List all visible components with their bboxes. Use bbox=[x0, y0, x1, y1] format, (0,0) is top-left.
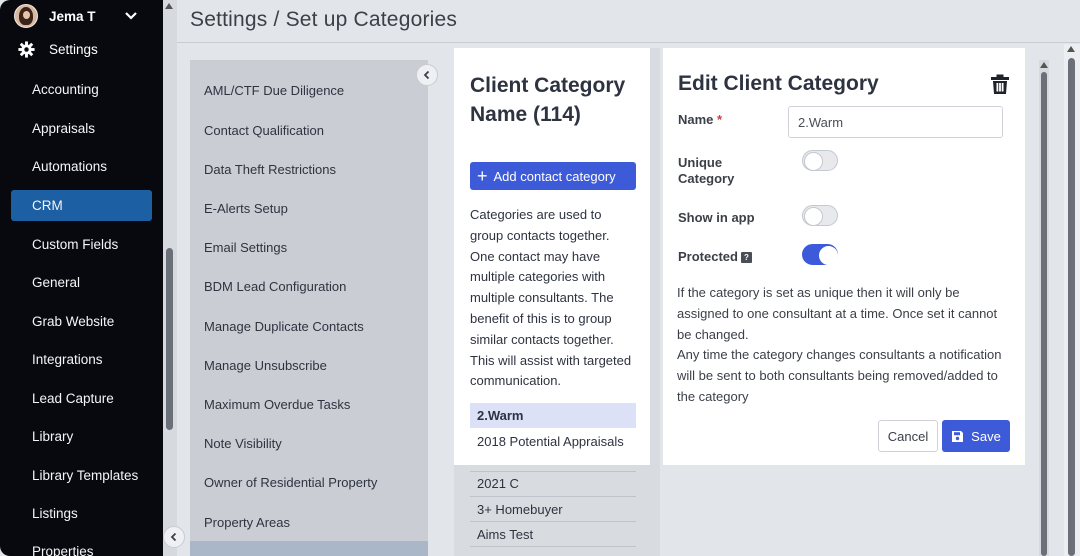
menu-item-e-alerts[interactable]: E-Alerts Setup bbox=[204, 201, 288, 216]
menu-item-duplicate-contacts[interactable]: Manage Duplicate Contacts bbox=[204, 319, 364, 334]
category-name-input[interactable] bbox=[788, 106, 1003, 138]
chevron-down-icon[interactable] bbox=[124, 9, 138, 23]
menu-item-data-theft[interactable]: Data Theft Restrictions bbox=[204, 162, 336, 177]
sidebar-item-accounting[interactable]: Accounting bbox=[11, 74, 152, 105]
page-scroll-thumb[interactable] bbox=[1068, 58, 1075, 556]
divider bbox=[470, 496, 636, 497]
sidebar-item-grab-website[interactable]: Grab Website bbox=[11, 306, 152, 337]
protected-label-text: Protected bbox=[678, 249, 738, 264]
content-scroll-thumb[interactable] bbox=[1041, 72, 1047, 556]
unique-category-toggle[interactable] bbox=[802, 150, 838, 171]
menu-item-property-areas[interactable]: Property Areas bbox=[204, 515, 290, 530]
sidebar-scroll-thumb[interactable] bbox=[166, 248, 173, 430]
sidebar-item-integrations[interactable]: Integrations bbox=[11, 344, 152, 375]
name-label-text: Name bbox=[678, 112, 714, 127]
category-item[interactable]: Aims Test bbox=[470, 527, 636, 542]
avatar bbox=[14, 4, 38, 28]
settings-label: Settings bbox=[49, 42, 98, 57]
protected-toggle[interactable] bbox=[802, 244, 838, 265]
category-description: Categories are used to group contacts to… bbox=[470, 207, 632, 389]
divider bbox=[470, 471, 636, 472]
user-name: Jema T bbox=[49, 8, 96, 24]
sidebar-item-listings[interactable]: Listings bbox=[11, 498, 152, 529]
gear-icon bbox=[18, 41, 35, 58]
collapse-menu-button[interactable] bbox=[416, 64, 438, 86]
user-menu[interactable]: Jema T bbox=[14, 4, 144, 28]
sidebar-item-custom-fields[interactable]: Custom Fields bbox=[11, 229, 152, 260]
menu-item-email-settings[interactable]: Email Settings bbox=[204, 240, 287, 255]
required-marker: * bbox=[717, 112, 723, 127]
category-item[interactable]: 2021 C bbox=[470, 476, 636, 491]
settings-header[interactable]: Settings bbox=[18, 41, 98, 58]
menu-item-contact-qualification[interactable]: Contact Qualification bbox=[204, 123, 324, 138]
scroll-up-icon[interactable] bbox=[1067, 46, 1075, 52]
divider bbox=[177, 42, 1080, 43]
info-unique: If the category is set as unique then it… bbox=[677, 285, 998, 342]
scroll-up-icon[interactable] bbox=[1040, 62, 1048, 68]
show-in-app-label: Show in app bbox=[678, 210, 755, 225]
category-item[interactable]: 3+ Homebuyer bbox=[470, 502, 636, 517]
add-button-label: Add contact category bbox=[493, 168, 616, 184]
menu-item-note-visibility[interactable]: Note Visibility bbox=[204, 436, 282, 451]
trash-icon[interactable] bbox=[989, 73, 1011, 95]
sidebar-item-lead-capture[interactable]: Lead Capture bbox=[11, 383, 152, 414]
help-icon[interactable]: ? bbox=[740, 252, 752, 263]
sidebar-item-automations[interactable]: Automations bbox=[11, 151, 152, 182]
cancel-button[interactable]: Cancel bbox=[878, 420, 938, 452]
add-contact-category-button[interactable]: + Add contact category bbox=[470, 162, 636, 190]
sidebar-item-general[interactable]: General bbox=[11, 267, 152, 298]
save-label: Save bbox=[971, 428, 1001, 444]
category-item[interactable]: 2018 Potential Appraisals bbox=[470, 433, 636, 451]
category-item-selected[interactable]: 2.Warm bbox=[470, 403, 636, 428]
sidebar-item-properties[interactable]: Properties bbox=[11, 536, 152, 556]
save-icon bbox=[952, 430, 964, 442]
category-info-text: If the category is set as unique then it… bbox=[677, 283, 1007, 408]
sidebar-item-library-templates[interactable]: Library Templates bbox=[11, 460, 152, 491]
divider bbox=[470, 546, 636, 547]
divider bbox=[470, 521, 636, 522]
sidebar-item-library[interactable]: Library bbox=[11, 421, 152, 452]
menu-item-active[interactable] bbox=[190, 541, 428, 556]
info-notification: Any time the category changes consultant… bbox=[677, 347, 1002, 404]
page-title: Settings / Set up Categories bbox=[190, 8, 458, 31]
sidebar-item-appraisals[interactable]: Appraisals bbox=[11, 113, 152, 144]
category-list-title: Client Category Name (114) bbox=[470, 74, 626, 126]
sidebar: Jema T Settings Accounting Appraisals Au… bbox=[0, 0, 163, 556]
edit-title: Edit Client Category bbox=[678, 72, 879, 95]
menu-item-unsubscribe[interactable]: Manage Unsubscribe bbox=[204, 358, 327, 373]
menu-item-aml-ctf[interactable]: AML/CTF Due Diligence bbox=[204, 83, 344, 98]
settings-menu: AML/CTF Due Diligence Contact Qualificat… bbox=[190, 60, 428, 556]
menu-item-owner-residential[interactable]: Owner of Residential Property bbox=[204, 475, 377, 490]
show-in-app-toggle[interactable] bbox=[802, 205, 838, 226]
sidebar-item-crm[interactable]: CRM bbox=[11, 190, 152, 221]
chevron-left-icon bbox=[423, 70, 430, 80]
protected-label: Protected? bbox=[678, 249, 752, 265]
unique-category-label: Unique Category bbox=[678, 155, 735, 186]
menu-item-overdue-tasks[interactable]: Maximum Overdue Tasks bbox=[204, 397, 350, 412]
name-label: Name * bbox=[678, 112, 722, 128]
menu-item-bdm-lead[interactable]: BDM Lead Configuration bbox=[204, 279, 346, 294]
scroll-up-icon[interactable] bbox=[165, 3, 173, 9]
plus-icon: + bbox=[477, 166, 488, 186]
save-button[interactable]: Save bbox=[942, 420, 1010, 452]
collapse-sidebar-button[interactable] bbox=[163, 526, 185, 548]
chevron-left-icon bbox=[170, 532, 177, 542]
